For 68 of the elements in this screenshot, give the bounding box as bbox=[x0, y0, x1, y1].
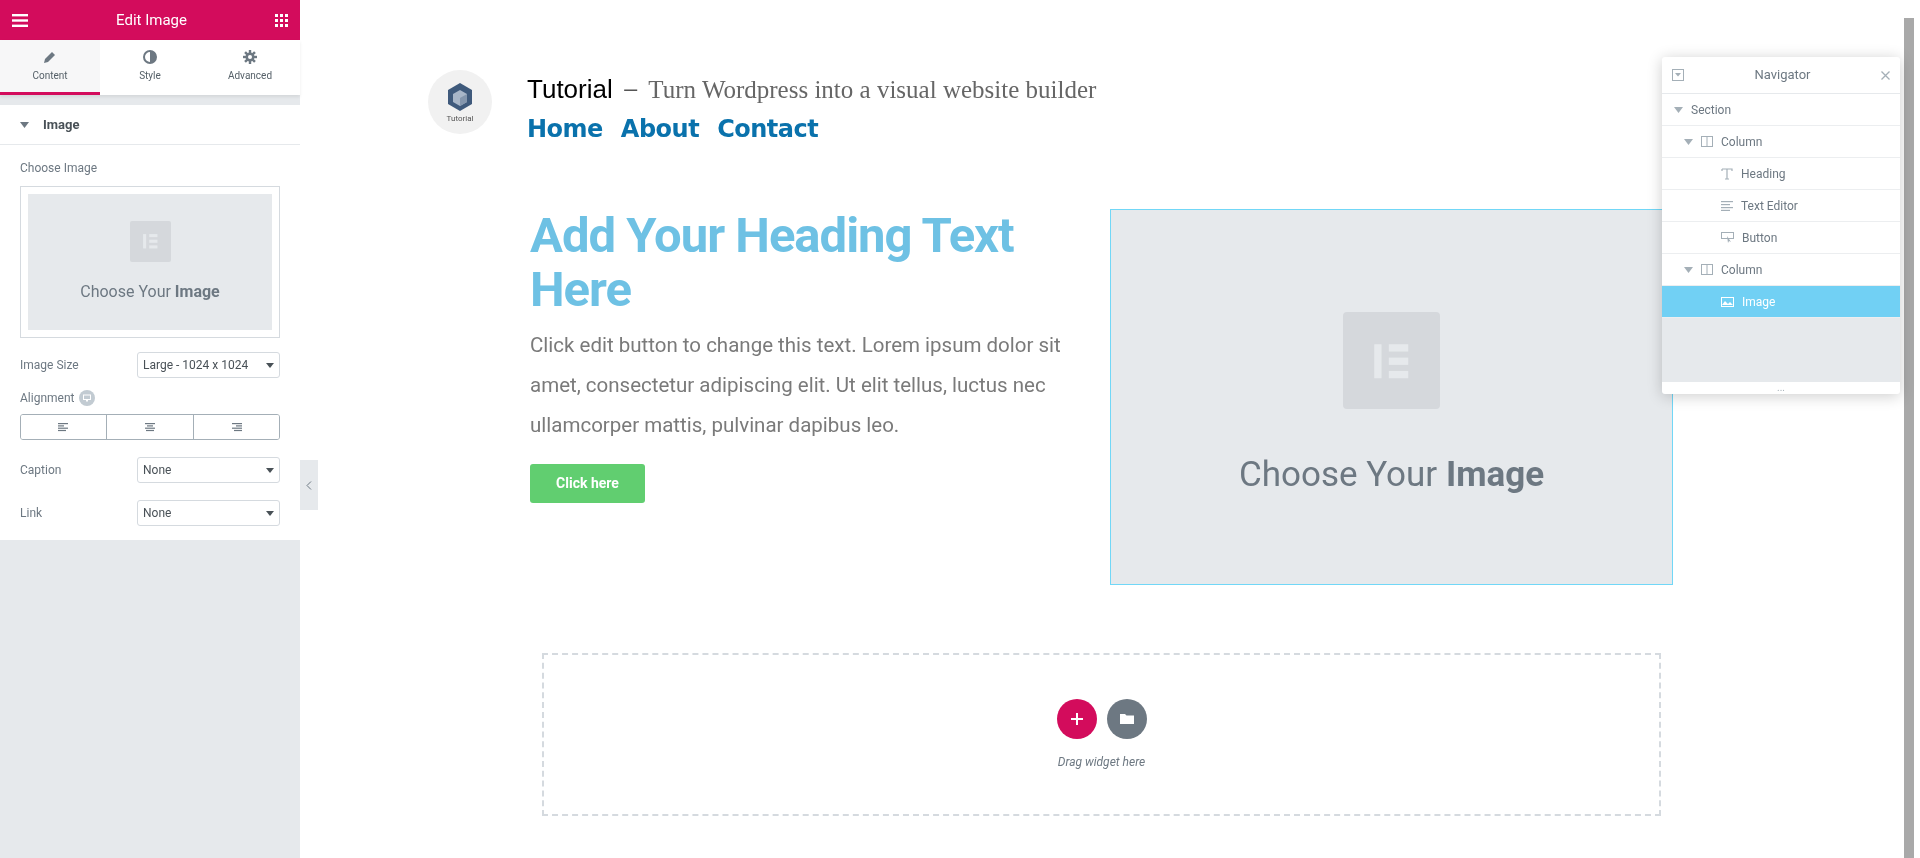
title-separator: — bbox=[622, 78, 639, 105]
section-header[interactable]: Image bbox=[0, 105, 300, 145]
add-template-button[interactable] bbox=[1106, 698, 1147, 739]
grid-icon[interactable] bbox=[275, 13, 288, 27]
drop-hint: Drag widget here bbox=[1057, 753, 1146, 771]
navigator-item[interactable]: Column bbox=[1662, 254, 1900, 286]
caret-icon[interactable] bbox=[20, 121, 29, 128]
menu-icon[interactable] bbox=[12, 13, 28, 27]
site-logo[interactable]: Tutorial bbox=[428, 70, 492, 134]
nav-link[interactable]: About bbox=[620, 111, 700, 147]
site-tagline: Turn Wordpress into a visual website builder bbox=[648, 75, 1097, 105]
alignment-button[interactable] bbox=[192, 415, 279, 439]
navigator-item[interactable]: Column bbox=[1662, 126, 1900, 158]
field-label: Link bbox=[20, 505, 43, 522]
columns-icon bbox=[1701, 264, 1713, 275]
field-label: Choose Image bbox=[20, 160, 99, 177]
field-label: Alignment bbox=[20, 390, 75, 407]
align-right-icon bbox=[230, 422, 243, 432]
field-label: Caption bbox=[20, 462, 62, 479]
field-label: Image Size bbox=[20, 357, 79, 374]
caret-icon[interactable] bbox=[1684, 266, 1693, 273]
dropdown-select[interactable]: Large - 1024 x 1024 bbox=[137, 352, 280, 378]
text-heading-icon bbox=[1721, 167, 1733, 180]
panel-title: Edit Image bbox=[116, 9, 187, 31]
align-left-icon bbox=[57, 422, 70, 432]
navigator-item[interactable]: Text Editor bbox=[1662, 190, 1900, 222]
heading-text: Add Your Heading Text Here bbox=[530, 209, 1015, 317]
columns-icon bbox=[1701, 136, 1713, 147]
image-chooser[interactable]: Choose Your Image bbox=[20, 186, 280, 338]
nav-link[interactable]: Contact bbox=[717, 111, 819, 147]
add-section-button[interactable] bbox=[1056, 698, 1097, 739]
body-text: Click edit button to change this text. Lorem ipsum dolor sit amet, consectetur adipiscing elit. Ut elit tellus, luctus nec ullamcorper mattis, pulvinar dapibus leo. bbox=[530, 332, 1062, 439]
pencil-icon bbox=[43, 49, 57, 64]
caret-icon bbox=[266, 362, 274, 368]
gear-icon bbox=[243, 49, 257, 64]
folder-icon bbox=[1119, 713, 1134, 724]
navigator-item[interactable]: Button bbox=[1662, 222, 1900, 254]
panel-tab[interactable]: Advanced bbox=[200, 40, 300, 95]
plus-icon bbox=[1070, 712, 1083, 725]
scrollbar[interactable] bbox=[1904, 18, 1914, 858]
dropdown-select[interactable]: None bbox=[137, 457, 280, 483]
dropdown-select[interactable]: None bbox=[137, 500, 280, 526]
caret-icon[interactable] bbox=[1674, 106, 1683, 113]
panel-tab[interactable]: Content bbox=[0, 40, 100, 95]
nav-link[interactable]: Home bbox=[527, 111, 603, 147]
close-icon[interactable] bbox=[1881, 70, 1890, 80]
responsive-icon[interactable] bbox=[79, 390, 96, 406]
site-title[interactable]: Tutorial bbox=[527, 70, 613, 109]
image-icon bbox=[1721, 296, 1734, 307]
choose-image-text: Choose Your Image bbox=[80, 280, 220, 303]
button-cursor-icon bbox=[1721, 232, 1734, 243]
logo-text: Tutorial bbox=[446, 113, 474, 123]
cube-icon bbox=[446, 81, 474, 112]
panel-collapse-handle[interactable] bbox=[300, 460, 318, 510]
choose-image-text: Choose Your Image bbox=[1238, 453, 1545, 498]
chevron-left-icon bbox=[306, 480, 312, 490]
caret-icon[interactable] bbox=[1684, 138, 1693, 145]
panel-tab[interactable]: Style bbox=[100, 40, 200, 95]
align-center-icon bbox=[144, 422, 156, 432]
collapse-all-icon[interactable] bbox=[1672, 69, 1684, 81]
paragraph-icon bbox=[1721, 200, 1733, 211]
contrast-icon bbox=[143, 49, 157, 64]
navigator-item[interactable]: Section bbox=[1662, 94, 1900, 126]
image-placeholder[interactable]: Choose Your Image bbox=[1110, 209, 1673, 585]
navigator-title: Navigator bbox=[1754, 66, 1811, 85]
caret-icon bbox=[266, 467, 274, 473]
caret-icon bbox=[266, 510, 274, 516]
navigator-item[interactable]: Heading bbox=[1662, 158, 1900, 190]
